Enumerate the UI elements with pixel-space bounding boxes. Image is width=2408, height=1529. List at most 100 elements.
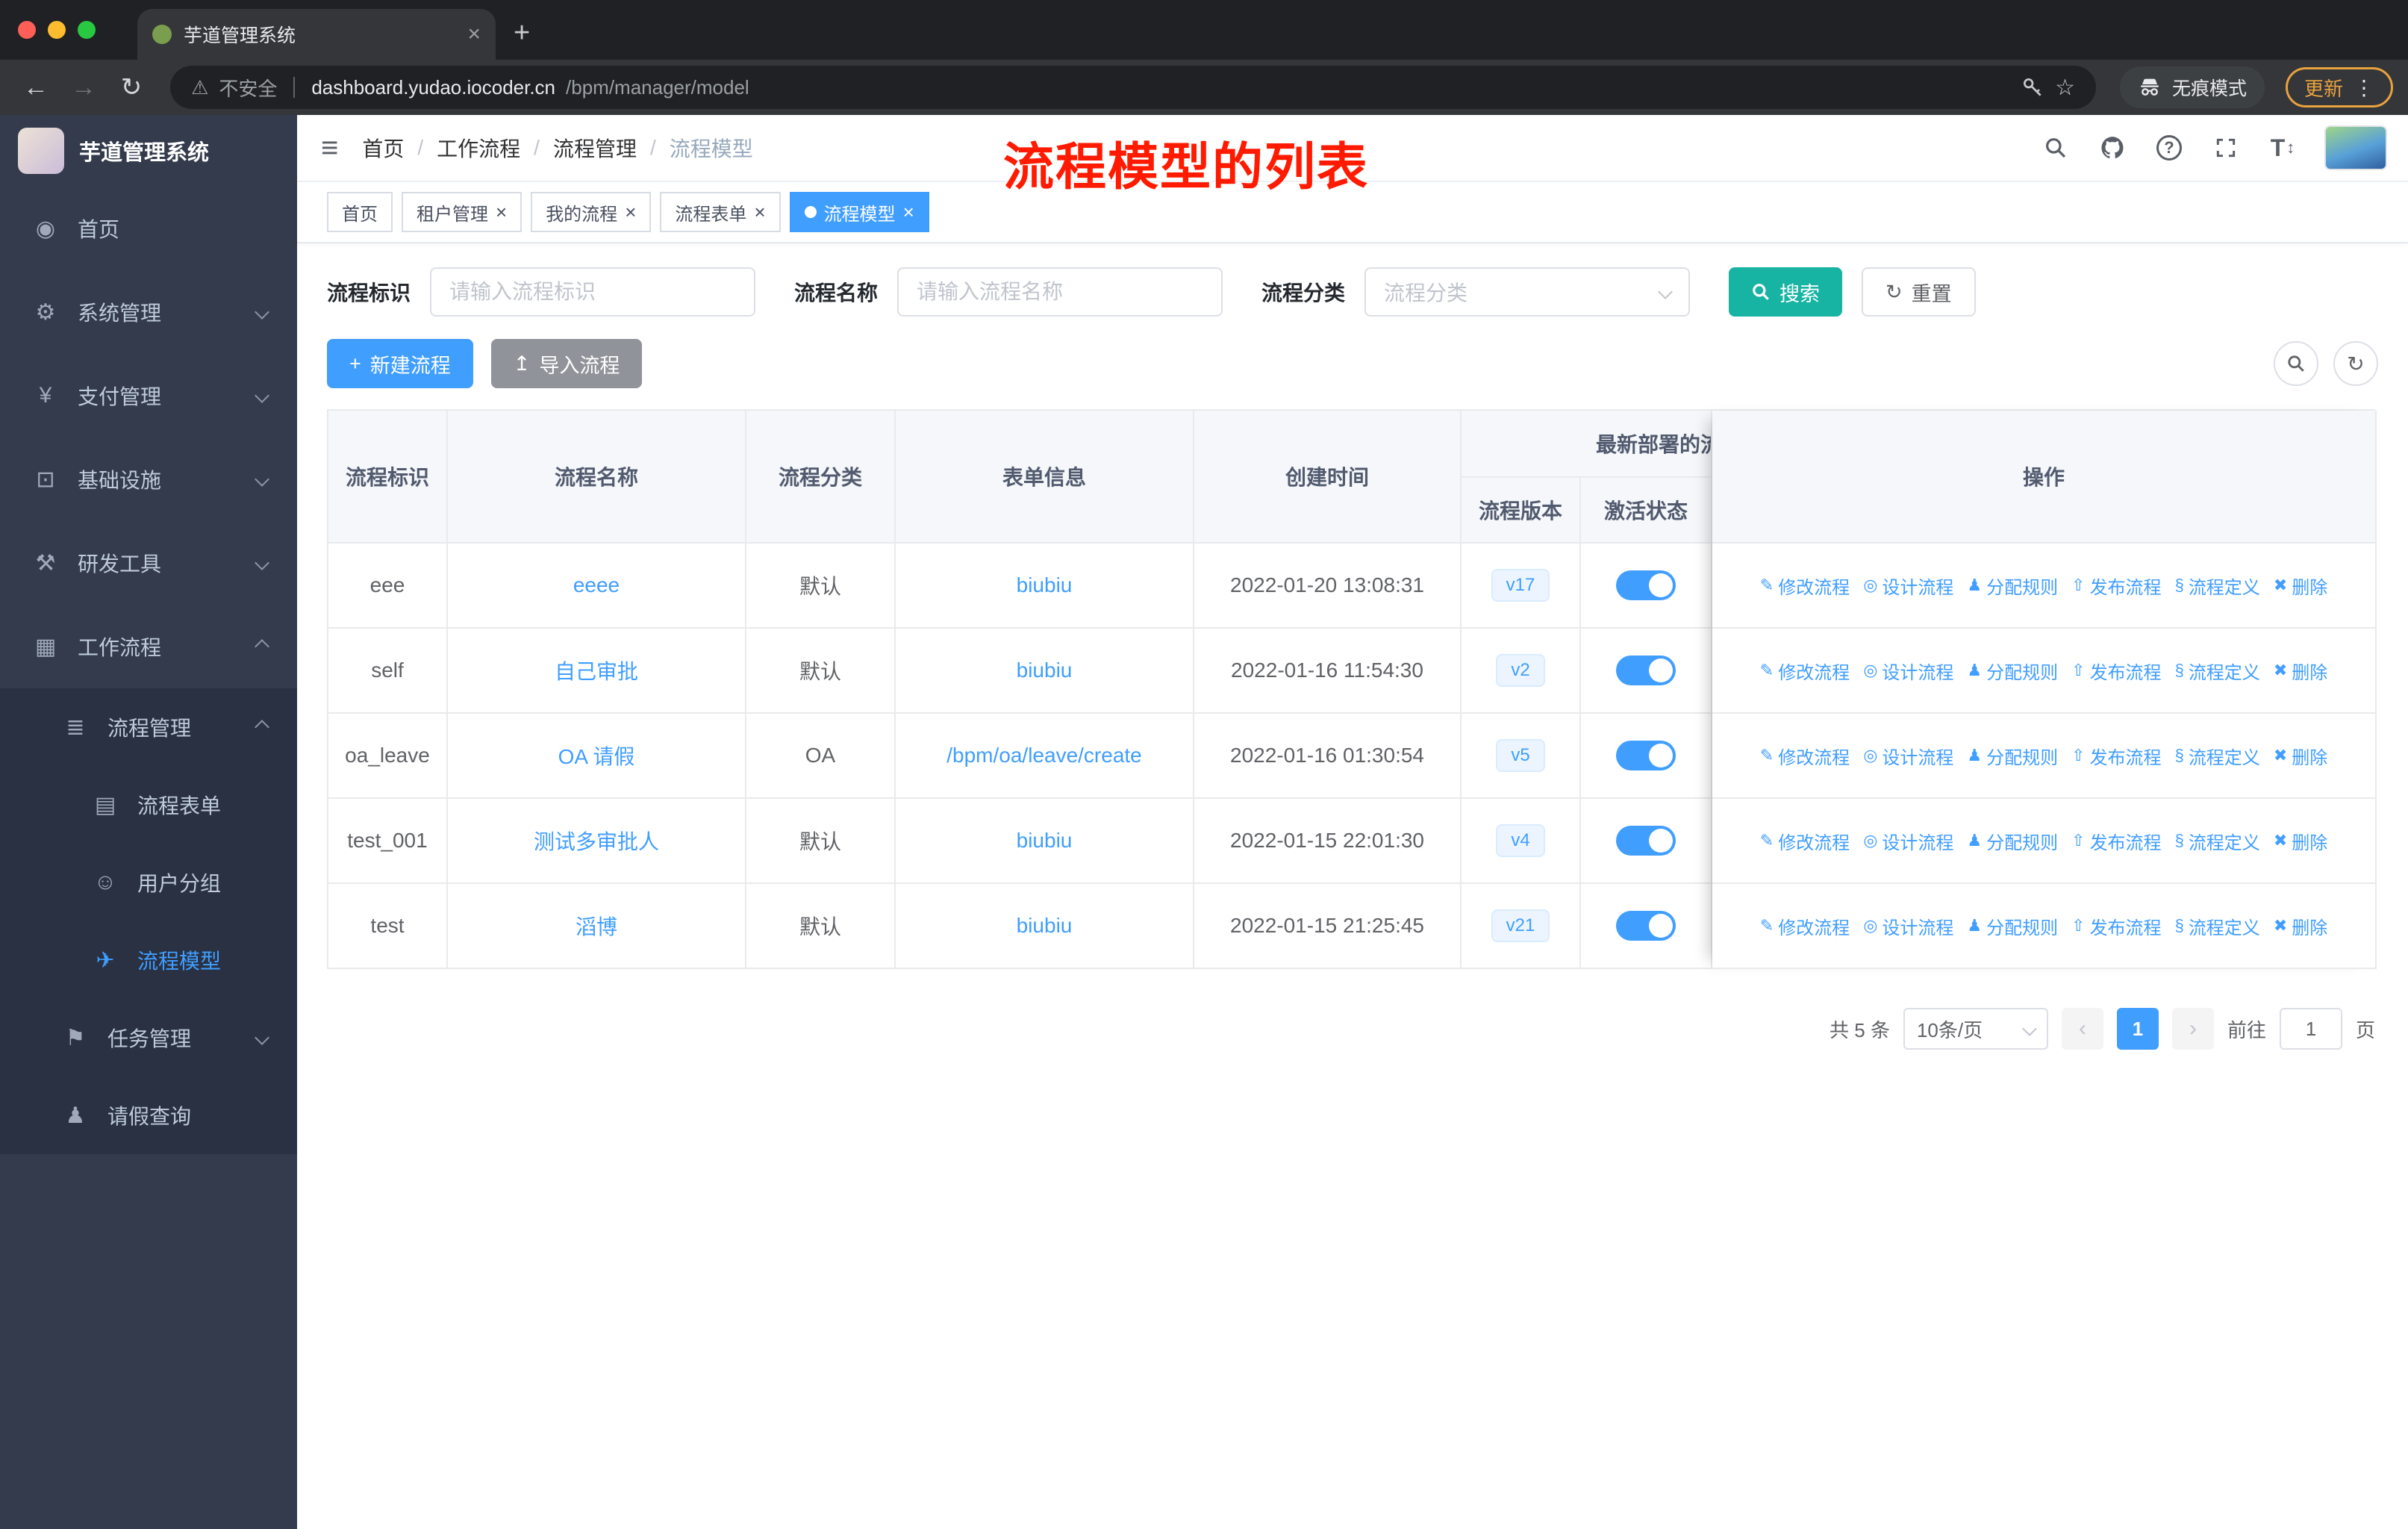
active-toggle[interactable] (1616, 570, 1676, 600)
reset-button[interactable]: ↻ 重置 (1862, 267, 1976, 317)
action-design-process[interactable]: ◎ 设计流程 (1863, 913, 1953, 939)
version-badge[interactable]: v4 (1496, 824, 1545, 857)
process-name-link[interactable]: eeee (573, 573, 620, 597)
create-process-button[interactable]: + 新建流程 (327, 339, 473, 388)
breadcrumb-item[interactable]: 工作流程 (437, 133, 520, 163)
forward-icon[interactable]: → (63, 73, 105, 102)
action-assign-rules[interactable]: ♟ 分配规则 (1967, 573, 2058, 599)
reload-icon[interactable]: ↻ (110, 72, 152, 102)
form-info-link[interactable]: biubiu (1017, 914, 1073, 938)
version-badge[interactable]: v17 (1491, 569, 1550, 602)
action-publish-process[interactable]: ⇧ 发布流程 (2071, 658, 2161, 684)
sidebar-item-dev-tools[interactable]: ⚒ 研发工具 (0, 521, 297, 605)
close-icon[interactable]: × (903, 202, 914, 222)
action-edit-process[interactable]: ✎ 修改流程 (1760, 913, 1850, 939)
breadcrumb-item[interactable]: 首页 (362, 133, 404, 163)
process-name-input[interactable] (897, 267, 1223, 317)
category-select[interactable]: 流程分类 (1364, 267, 1691, 317)
action-edit-process[interactable]: ✎ 修改流程 (1760, 658, 1850, 684)
action-design-process[interactable]: ◎ 设计流程 (1863, 658, 1953, 684)
action-process-definition[interactable]: § 流程定义 (2175, 743, 2260, 769)
sidebar-item-task-management[interactable]: ⚑ 任务管理 (0, 999, 297, 1077)
action-process-definition[interactable]: § 流程定义 (2175, 913, 2260, 939)
bookmark-star-icon[interactable]: ☆ (2055, 75, 2075, 101)
sidebar-item-process-form[interactable]: ▤ 流程表单 (0, 766, 297, 844)
address-bar[interactable]: ⚠ 不安全 dashboard.yudao.iocoder.cn/bpm/man… (170, 66, 2096, 109)
action-edit-process[interactable]: ✎ 修改流程 (1760, 828, 1850, 854)
action-design-process[interactable]: ◎ 设计流程 (1863, 828, 1953, 854)
new-tab-button[interactable]: + (514, 17, 530, 49)
page-1-button[interactable]: 1 (2116, 1008, 2159, 1050)
window-zoom-button[interactable] (78, 21, 96, 39)
action-design-process[interactable]: ◎ 设计流程 (1863, 573, 1953, 599)
action-delete-process[interactable]: ✖ 删除 (2274, 658, 2327, 684)
sidebar-item-workflow[interactable]: ▦ 工作流程 (0, 605, 297, 688)
version-badge[interactable]: v2 (1496, 654, 1545, 687)
font-size-icon[interactable]: T ↕ (2268, 131, 2298, 164)
sidebar-item-home[interactable]: ◉ 首页 (0, 187, 297, 270)
close-icon[interactable]: × (625, 202, 636, 222)
sidebar-item-infrastructure[interactable]: ⊡ 基础设施 (0, 437, 297, 521)
action-publish-process[interactable]: ⇧ 发布流程 (2071, 828, 2161, 854)
sidebar-item-system-management[interactable]: ⚙ 系统管理 (0, 270, 297, 354)
form-info-link[interactable]: biubiu (1017, 573, 1073, 597)
tag-process-model[interactable]: 流程模型 × (789, 192, 929, 232)
form-info-link[interactable]: biubiu (1017, 658, 1073, 682)
back-icon[interactable]: ← (15, 73, 57, 102)
sidebar-item-process-model[interactable]: ✈ 流程模型 (0, 921, 297, 999)
action-design-process[interactable]: ◎ 设计流程 (1863, 743, 1953, 769)
action-delete-process[interactable]: ✖ 删除 (2274, 828, 2327, 854)
action-publish-process[interactable]: ⇧ 发布流程 (2071, 743, 2161, 769)
action-delete-process[interactable]: ✖ 删除 (2274, 573, 2327, 599)
fullscreen-icon[interactable] (2211, 131, 2241, 164)
close-icon[interactable]: × (496, 202, 507, 222)
toggle-search-button[interactable] (2274, 341, 2318, 386)
form-info-link[interactable]: /bpm/oa/leave/create (946, 744, 1142, 767)
goto-page-input[interactable] (2279, 1008, 2342, 1050)
browser-tab[interactable]: 芋道管理系统 × (137, 9, 496, 60)
active-toggle[interactable] (1616, 826, 1676, 856)
prev-page-button[interactable]: ‹ (2061, 1008, 2103, 1050)
sidebar-logo[interactable]: 芋道管理系统 (0, 115, 297, 187)
action-assign-rules[interactable]: ♟ 分配规则 (1967, 913, 2058, 939)
process-name-link[interactable]: 自己审批 (555, 655, 638, 685)
refresh-button[interactable]: ↻ (2333, 341, 2378, 386)
action-publish-process[interactable]: ⇧ 发布流程 (2071, 913, 2161, 939)
hamburger-icon[interactable]: ≡ (321, 131, 338, 165)
action-assign-rules[interactable]: ♟ 分配规则 (1967, 743, 2058, 769)
active-toggle[interactable] (1616, 655, 1676, 685)
action-process-definition[interactable]: § 流程定义 (2175, 828, 2260, 854)
process-name-link[interactable]: 测试多审批人 (534, 826, 659, 856)
tab-close-icon[interactable]: × (467, 22, 481, 47)
import-process-button[interactable]: ↥ 导入流程 (490, 339, 643, 388)
process-key-input[interactable] (430, 267, 756, 317)
browser-menu-icon[interactable]: ⋮ (2354, 75, 2374, 100)
tag-home[interactable]: 首页 (327, 192, 393, 232)
tag-tenant-management[interactable]: 租户管理 × (402, 192, 523, 232)
action-process-definition[interactable]: § 流程定义 (2175, 573, 2260, 599)
tag-my-process[interactable]: 我的流程 × (531, 192, 652, 232)
window-minimize-button[interactable] (48, 21, 66, 39)
window-close-button[interactable] (18, 21, 36, 39)
active-toggle[interactable] (1616, 911, 1676, 941)
active-toggle[interactable] (1616, 741, 1676, 770)
sidebar-item-leave-query[interactable]: ♟ 请假查询 (0, 1077, 297, 1154)
sidebar-item-user-group[interactable]: ☺ 用户分组 (0, 844, 297, 921)
github-icon[interactable] (2097, 131, 2127, 164)
action-edit-process[interactable]: ✎ 修改流程 (1760, 743, 1850, 769)
update-button[interactable]: 更新 ⋮ (2285, 67, 2393, 108)
breadcrumb-item[interactable]: 流程管理 (553, 133, 637, 163)
sidebar-item-payment-management[interactable]: ¥ 支付管理 (0, 354, 297, 437)
action-process-definition[interactable]: § 流程定义 (2175, 658, 2260, 684)
page-size-select[interactable]: 10条/页 (1903, 1008, 2048, 1050)
form-info-link[interactable]: biubiu (1017, 829, 1073, 853)
search-button[interactable]: 搜索 (1729, 267, 1843, 317)
action-assign-rules[interactable]: ♟ 分配规则 (1967, 828, 2058, 854)
sidebar-item-process-management[interactable]: ≣ 流程管理 (0, 688, 297, 766)
search-icon[interactable] (2041, 131, 2071, 164)
password-key-icon[interactable] (2021, 75, 2044, 99)
next-page-button[interactable]: › (2171, 1008, 2214, 1050)
action-delete-process[interactable]: ✖ 删除 (2274, 913, 2327, 939)
user-avatar[interactable] (2324, 125, 2387, 170)
process-name-link[interactable]: 滔博 (576, 911, 617, 941)
